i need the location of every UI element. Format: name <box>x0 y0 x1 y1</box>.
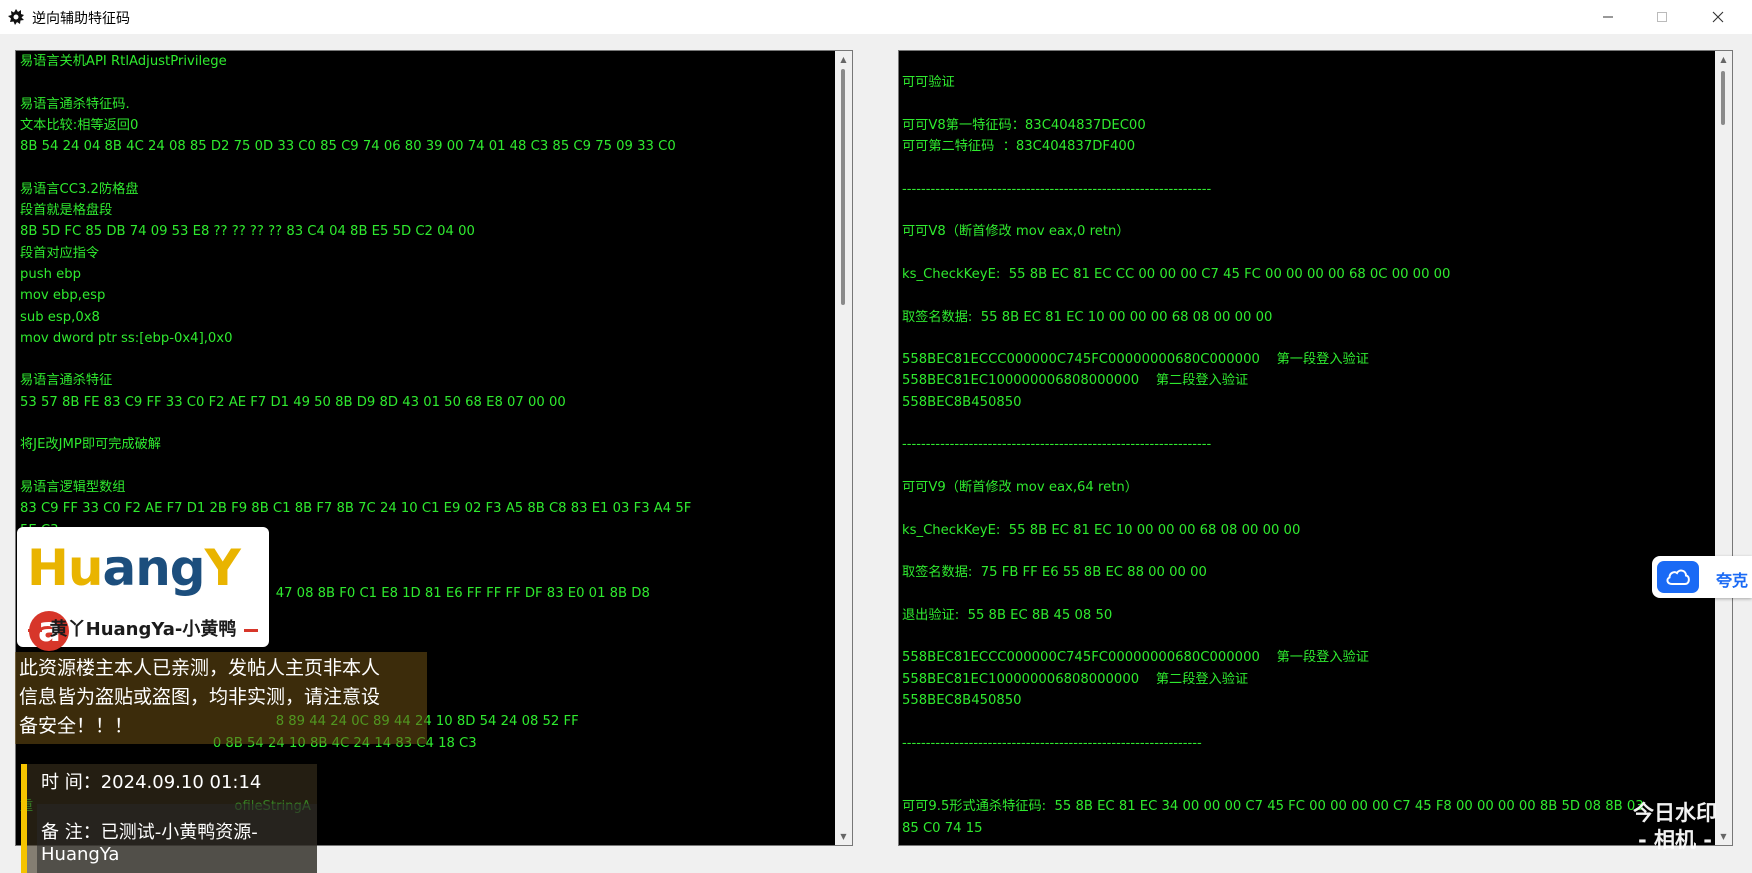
window-title: 逆向辅助特征码 <box>32 11 130 27</box>
title-bar: 逆向辅助特征码 <box>0 0 1752 34</box>
maximize-button[interactable] <box>1634 0 1690 34</box>
cloud-icon <box>1657 561 1699 593</box>
huangya-logo: HuangYa 黄丫HuangYa-小黄鸭 <box>17 527 269 651</box>
quark-label: 夸克 <box>1716 571 1749 590</box>
app-gear-icon <box>8 9 24 25</box>
minimize-button[interactable] <box>1580 0 1636 34</box>
close-button[interactable] <box>1690 0 1746 34</box>
logo-caption-row: 黄丫HuangYa-小黄鸭 <box>17 615 269 641</box>
logo-y: Y <box>204 539 241 597</box>
scroll-up-arrow-icon[interactable]: ▲ <box>1715 51 1732 68</box>
scroll-down-arrow-icon[interactable]: ▼ <box>835 828 852 845</box>
quark-float-button[interactable]: 夸克 <box>1652 556 1752 598</box>
close-icon <box>1712 11 1724 23</box>
right-code-textarea[interactable]: 可可验证 可可V8第一特征码：83C404837DEC00 可可第二特征码 ：8… <box>898 50 1733 846</box>
maximize-icon <box>1657 12 1667 22</box>
scroll-up-arrow-icon[interactable]: ▲ <box>835 51 852 68</box>
right-scrollbar[interactable]: ▲ ▼ <box>1715 51 1732 845</box>
camera-watermark: 今日水印 - 相机 - <box>1633 801 1717 852</box>
left-scroll-thumb[interactable] <box>841 69 845 305</box>
logo-ang: ang <box>102 539 205 597</box>
logo-caption: 黄丫HuangYa-小黄鸭 <box>49 619 237 640</box>
logo-hu: Hu <box>27 539 103 597</box>
time-row: 时 间：2024.09.10 01:14 <box>41 772 262 793</box>
left-scrollbar[interactable]: ▲ ▼ <box>835 51 852 845</box>
note-row: 备 注：已测试-小黄鸭资源-HuangYa <box>41 822 258 865</box>
app-window: 逆向辅助特征码 易语言关机API RtlAdjustPrivilege 易语言通… <box>0 0 1752 873</box>
minimize-icon <box>1603 16 1613 18</box>
notice-text: 此资源楼主本人已亲测，发帖人主页非本人 信息皆为盗贴或盗图，均非实测，请注意设 … <box>15 652 427 744</box>
scroll-down-arrow-icon[interactable]: ▼ <box>1715 828 1732 845</box>
watermark-info-box: 时 间：2024.09.10 01:14 备 注：已测试-小黄鸭资源-Huang… <box>21 764 317 873</box>
right-code-text: 可可验证 可可V8第一特征码：83C404837DEC00 可可第二特征码 ：8… <box>902 75 1644 836</box>
right-scroll-thumb[interactable] <box>1721 71 1725 125</box>
